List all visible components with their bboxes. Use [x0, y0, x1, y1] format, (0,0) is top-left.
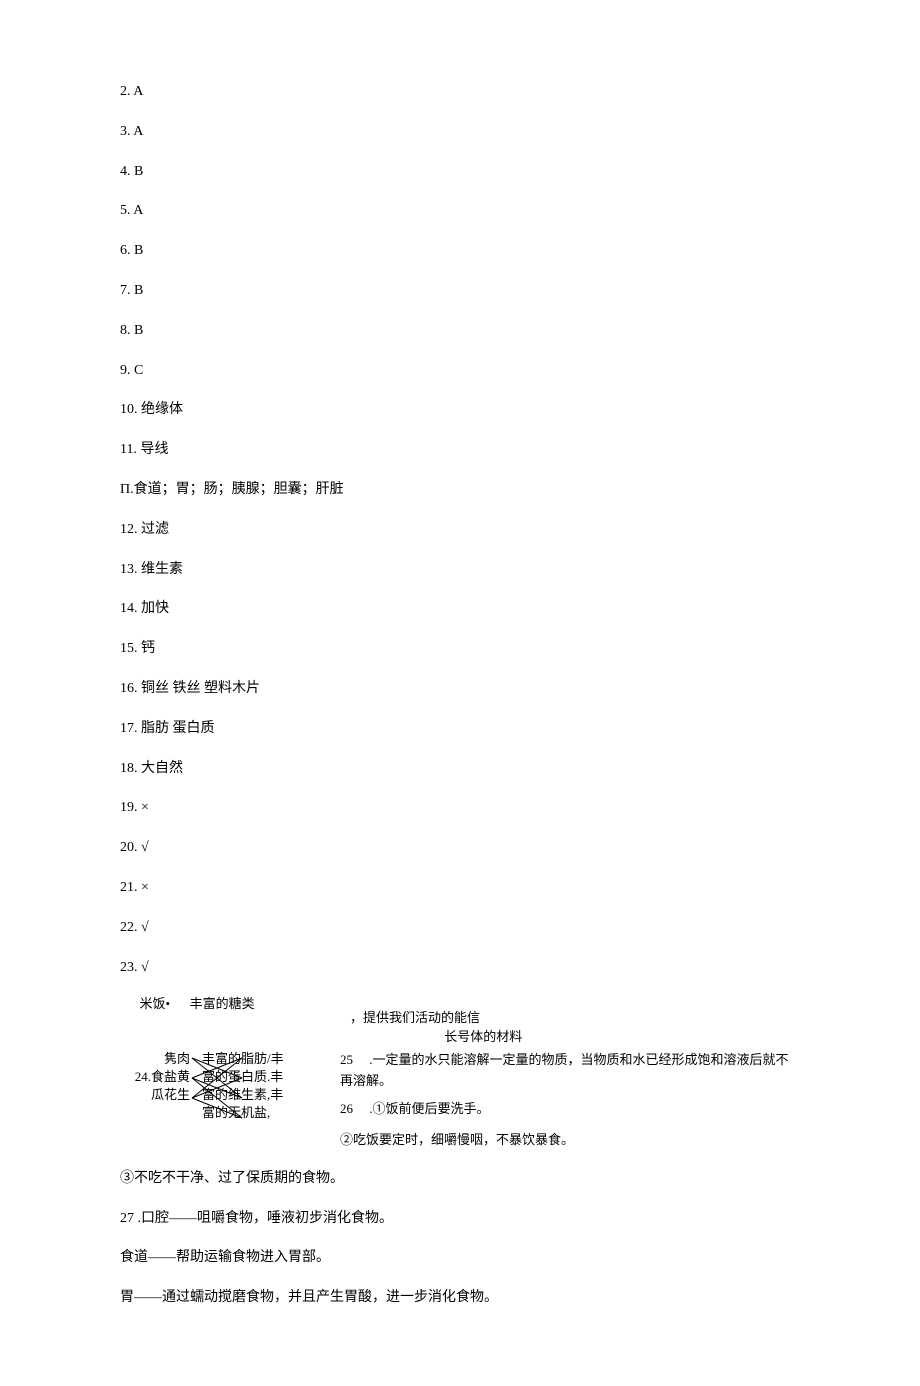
answer-row: 8. B: [120, 319, 800, 343]
tail-line: 食道——帮助运输食物进入胃部。: [120, 1246, 800, 1270]
page: 2. A 3. A 4. B 5. A 6. B 7. B 8. B 9. C …: [0, 0, 920, 1386]
answer-row: 5. A: [120, 199, 800, 223]
answer-num: 23.: [120, 960, 138, 975]
answer-val: 钙: [141, 641, 155, 656]
answer-row: 19. ×: [120, 796, 800, 820]
answer-num: 15.: [120, 641, 138, 656]
answer-num: 6.: [120, 243, 131, 258]
tail-line: 胃——通过蠕动搅磨食物，并且产生胃酸，进一步消化食物。: [120, 1286, 800, 1310]
answer-val: 绝缘体: [141, 402, 183, 417]
answer-val: A: [133, 203, 143, 218]
answer-row: 4. B: [120, 160, 800, 184]
answer-val: √: [141, 960, 149, 975]
answer-val: C: [134, 363, 143, 378]
match-top-row: 米饭• 丰富的糖类 ，提供我们活动的能信 长号体的材料: [120, 995, 800, 1045]
answer-row: 16. 铜丝 铁丝 塑料木片: [120, 677, 800, 701]
answer-num: 11.: [120, 442, 137, 457]
answer-num: 19.: [120, 800, 138, 815]
answer-row: 15. 钙: [120, 637, 800, 661]
answer-num: 21.: [120, 880, 138, 895]
match-body-row: 隽肉丰富的脂肪/丰 24.食盐黄富的蛋白质.丰 瓜花生富的维生素,丰 富的无机盐…: [120, 1050, 800, 1151]
answer-val: 加快: [141, 601, 169, 616]
answer-row: 18. 大自然: [120, 757, 800, 781]
answer-val: ×: [141, 800, 149, 815]
answer-val: 大自然: [141, 761, 183, 776]
answer-row: 23. √: [120, 956, 800, 980]
answer-num: 17.: [120, 721, 138, 736]
answer-val: 铜丝 铁丝 塑料木片: [141, 681, 260, 696]
answer-val: √: [141, 920, 149, 935]
answer-num: 3.: [120, 124, 131, 139]
answer-num: 18.: [120, 761, 138, 776]
answer-val: 脂肪 蛋白质: [141, 721, 215, 736]
match-nut-sugar: 丰富的糖类: [190, 996, 255, 1011]
answer-num: 8.: [120, 323, 131, 338]
answer-num: 5.: [120, 203, 131, 218]
q26-num: 26: [340, 1099, 353, 1120]
answer-num: 4.: [120, 164, 131, 179]
answer-row: 6. B: [120, 239, 800, 263]
answer-val: √: [141, 840, 149, 855]
match-top-left: 米饭• 丰富的糖类: [120, 995, 350, 1045]
answer-num: 14.: [120, 601, 138, 616]
answer-val: 维生素: [141, 562, 183, 577]
answer-row: 10. 绝缘体: [120, 398, 800, 422]
answer-num: 2.: [120, 84, 131, 99]
match-top-cont: ，提供我们活动的能信: [350, 1010, 480, 1025]
answer-num: 7.: [120, 283, 131, 298]
answer-row: 20. √: [120, 836, 800, 860]
answer-val: 过滤: [141, 522, 169, 537]
answer-row: 7. B: [120, 279, 800, 303]
answer-num: 22.: [120, 920, 138, 935]
answer-num: 10.: [120, 402, 138, 417]
match-diagram: 隽肉丰富的脂肪/丰 24.食盐黄富的蛋白质.丰 瓜花生富的维生素,丰 富的无机盐…: [120, 1050, 340, 1151]
answer-row: 12. 过滤: [120, 518, 800, 542]
answer-val: A: [133, 124, 143, 139]
answer-val: B: [134, 243, 143, 258]
tail-line: 27 .口腔——咀嚼食物，唾液初步消化食物。: [120, 1207, 800, 1231]
answer-row: 3. A: [120, 120, 800, 144]
match-food-rice: 米饭•: [140, 996, 171, 1011]
answer-val: B: [134, 164, 143, 179]
answer-row: 2. A: [120, 80, 800, 104]
match-lines-icon: [120, 1050, 340, 1130]
answer-num: 20.: [120, 840, 138, 855]
answer-val: B: [134, 283, 143, 298]
answer-row: 21. ×: [120, 876, 800, 900]
answer-num: 16.: [120, 681, 138, 696]
answer-row: 14. 加快: [120, 597, 800, 621]
answer-val: ×: [141, 880, 149, 895]
answer-val: B: [134, 323, 143, 338]
tail-line: ③不吃不干净、过了保质期的食物。: [120, 1167, 800, 1191]
match-top-right: ，提供我们活动的能信 长号体的材料: [350, 995, 800, 1045]
answer-row: 22. √: [120, 916, 800, 940]
match-material: 长号体的材料: [444, 1029, 522, 1044]
q26-text: .①饭前便后要洗手。: [366, 1101, 490, 1116]
q25-text: .一定量的水只能溶解一定量的物质，当物质和水已经形成饱和溶液后就不再溶解。: [340, 1052, 789, 1088]
q25-num: 25: [340, 1050, 353, 1071]
answer-row: 9. C: [120, 359, 800, 383]
q26: 26 .①饭前便后要洗手。: [340, 1099, 800, 1120]
answer-num: 9.: [120, 363, 131, 378]
row-pi: Π.食道；胃；肠；胰腺；胆囊；肝脏: [120, 478, 800, 502]
answer-num: 12.: [120, 522, 138, 537]
answer-num: 13.: [120, 562, 138, 577]
answer-row: 11. 导线: [120, 438, 800, 462]
q26-line2: ②吃饭要定时，细嚼慢咽，不暴饮暴食。: [340, 1130, 800, 1151]
q25-q26-block: 25 .一定量的水只能溶解一定量的物质，当物质和水已经形成饱和溶液后就不再溶解。…: [340, 1050, 800, 1151]
answer-row: 17. 脂肪 蛋白质: [120, 717, 800, 741]
q25: 25 .一定量的水只能溶解一定量的物质，当物质和水已经形成饱和溶液后就不再溶解。: [340, 1050, 800, 1092]
answer-val: 导线: [140, 442, 168, 457]
answer-val: A: [133, 84, 143, 99]
answer-row: 13. 维生素: [120, 558, 800, 582]
